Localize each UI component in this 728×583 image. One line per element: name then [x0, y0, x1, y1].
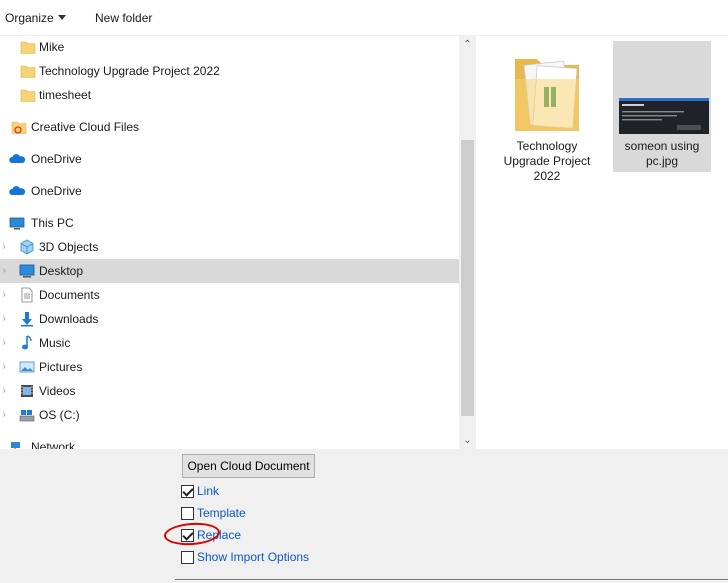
- nav-item-os-drive[interactable]: › OS (C:): [0, 403, 459, 427]
- navigation-pane: Mike Technology Upgrade Project 2022 tim…: [0, 36, 459, 449]
- folder-icon: [515, 59, 579, 131]
- nav-item-technology-upgrade[interactable]: Technology Upgrade Project 2022: [0, 59, 459, 83]
- nav-scrollbar[interactable]: ⌃ ⌄: [459, 36, 476, 449]
- nav-item-label: 3D Objects: [39, 240, 99, 254]
- scrollbar-thumb[interactable]: [461, 140, 474, 416]
- nav-item-network[interactable]: Network: [0, 435, 459, 449]
- nav-item-label: timesheet: [39, 88, 92, 102]
- documents-icon: [21, 287, 33, 303]
- nav-item-creative-cloud[interactable]: Creative Cloud Files: [0, 115, 459, 139]
- nav-item-label: Pictures: [39, 360, 83, 374]
- template-checkbox[interactable]: [181, 506, 194, 520]
- chevron-down-icon: [57, 15, 66, 21]
- nav-item-label: Documents: [39, 288, 100, 302]
- chevron-right-icon[interactable]: ›: [0, 379, 8, 403]
- pictures-icon: [19, 361, 35, 373]
- toolbar: Organize New folder: [0, 0, 728, 36]
- nav-item-label: OneDrive: [31, 184, 82, 198]
- nav-item-videos[interactable]: › Videos: [0, 379, 459, 403]
- nav-item-timesheet[interactable]: timesheet: [0, 83, 459, 107]
- open-cloud-document-button[interactable]: Open Cloud Document: [182, 454, 315, 478]
- organize-label: Organize: [5, 11, 54, 25]
- chevron-right-icon[interactable]: ›: [0, 235, 8, 259]
- option-label: Show Import Options: [197, 550, 310, 564]
- file-list-pane: Technology Upgrade Project 2022 someon u…: [476, 36, 728, 449]
- option-template[interactable]: Template: [181, 504, 246, 522]
- nav-item-label: OneDrive: [31, 152, 82, 166]
- option-show-import-options[interactable]: Show Import Options: [181, 548, 309, 566]
- videos-icon: [21, 385, 33, 397]
- chevron-right-icon[interactable]: ›: [0, 307, 8, 331]
- scroll-up-icon[interactable]: ⌃: [459, 36, 476, 53]
- folder-icon: [20, 41, 36, 54]
- nav-item-this-pc[interactable]: This PC: [0, 211, 459, 235]
- option-label: Template: [197, 506, 246, 520]
- file-name: someon using pc.jpg: [624, 139, 700, 168]
- nav-item-label: Videos: [39, 384, 76, 398]
- nav-item-downloads[interactable]: › Downloads: [0, 307, 459, 331]
- image-thumbnail: [619, 98, 709, 134]
- nav-item-onedrive-2[interactable]: OneDrive: [0, 179, 459, 203]
- nav-item-label: Technology Upgrade Project 2022: [39, 64, 220, 78]
- nav-item-label: Desktop: [39, 264, 84, 278]
- nav-item-desktop[interactable]: › Desktop: [0, 259, 459, 283]
- scroll-down-icon[interactable]: ⌄: [459, 432, 476, 449]
- nav-item-pictures[interactable]: › Pictures: [0, 355, 459, 379]
- computer-icon: [9, 217, 25, 230]
- nav-item-mike[interactable]: Mike: [0, 36, 459, 59]
- downloads-icon: [21, 312, 33, 327]
- onedrive-icon: [9, 186, 25, 195]
- nav-item-music[interactable]: › Music: [0, 331, 459, 355]
- divider: [175, 579, 728, 580]
- chevron-right-icon[interactable]: ›: [0, 283, 8, 307]
- folder-icon: [20, 89, 36, 102]
- nav-item-label: Music: [39, 336, 71, 350]
- drive-icon: [19, 410, 35, 422]
- option-label: Link: [197, 484, 220, 498]
- nav-item-label: Downloads: [39, 312, 99, 326]
- nav-item-label: Creative Cloud Files: [31, 120, 140, 134]
- nav-item-label: Mike: [39, 40, 65, 54]
- music-icon: [22, 335, 32, 350]
- import-options-panel: Open Cloud Document Link Template Replac…: [0, 449, 728, 583]
- 3d-objects-icon: [20, 239, 34, 255]
- organize-button[interactable]: Organize: [5, 11, 66, 25]
- file-name: Technology Upgrade Project 2022: [503, 139, 591, 183]
- chevron-right-icon[interactable]: ›: [0, 259, 8, 283]
- link-checkbox[interactable]: [181, 484, 194, 498]
- chevron-right-icon[interactable]: ›: [0, 355, 8, 379]
- nav-item-label: This PC: [31, 216, 74, 230]
- onedrive-icon: [9, 154, 25, 163]
- desktop-icon: [19, 264, 35, 278]
- file-tile-someon-using-pc[interactable]: someon using pc.jpg: [613, 41, 711, 172]
- folder-icon: [20, 65, 36, 78]
- nav-item-label: Network: [31, 440, 76, 449]
- new-folder-button[interactable]: New folder: [95, 11, 152, 25]
- show-import-options-checkbox[interactable]: [181, 550, 194, 564]
- option-link[interactable]: Link: [181, 482, 219, 500]
- file-tile-technology-upgrade[interactable]: Technology Upgrade Project 2022: [495, 41, 599, 183]
- chevron-right-icon[interactable]: ›: [0, 403, 8, 427]
- creative-cloud-icon: [11, 121, 27, 134]
- chevron-right-icon[interactable]: ›: [0, 331, 8, 355]
- nav-item-3d-objects[interactable]: › 3D Objects: [0, 235, 459, 259]
- nav-item-label: OS (C:): [39, 408, 80, 422]
- nav-item-documents[interactable]: › Documents: [0, 283, 459, 307]
- network-icon: [11, 442, 20, 449]
- nav-item-onedrive[interactable]: OneDrive: [0, 147, 459, 171]
